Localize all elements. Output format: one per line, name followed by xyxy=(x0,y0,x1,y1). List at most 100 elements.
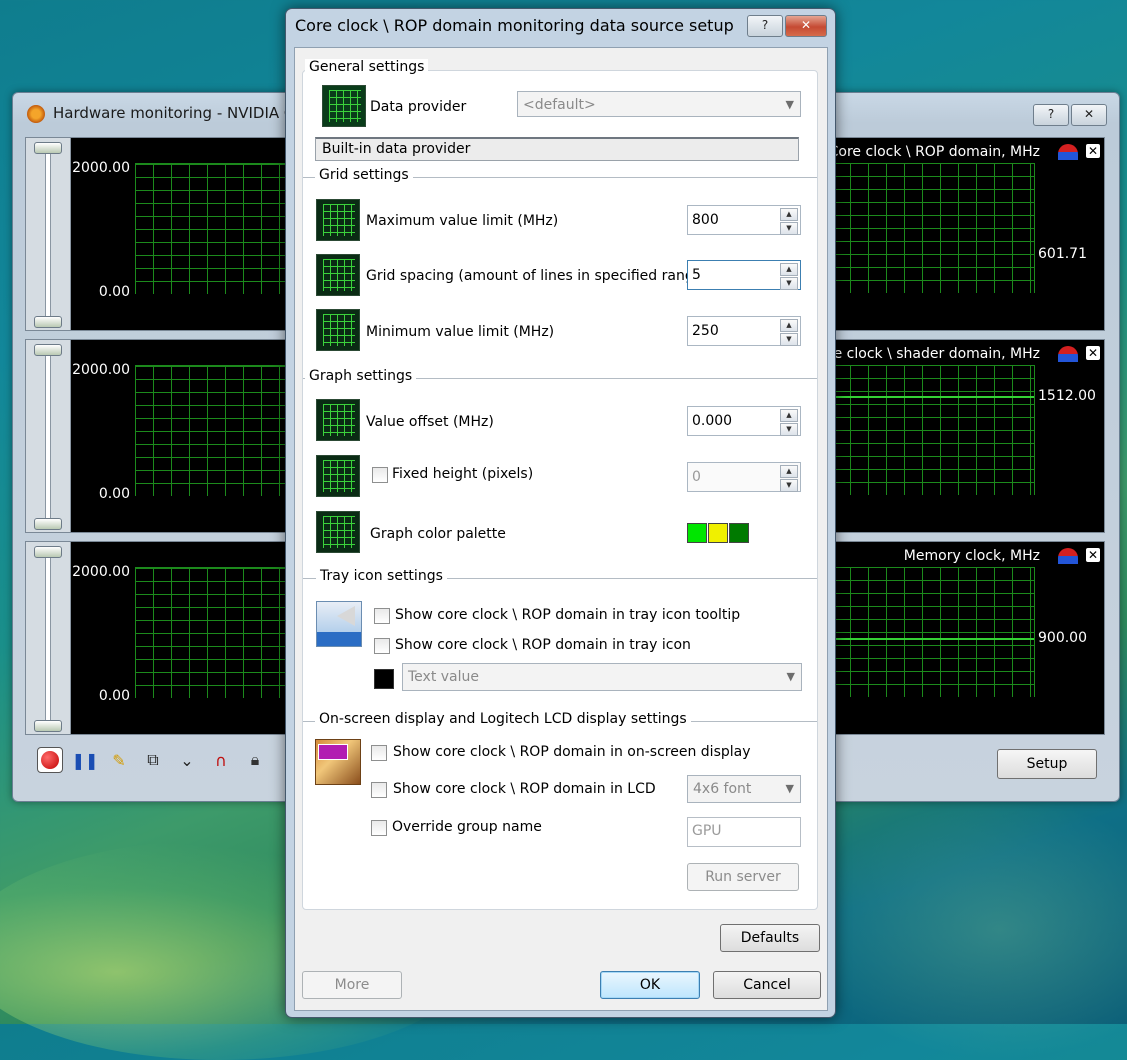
max-value-label: Maximum value limit (MHz) xyxy=(366,213,559,229)
pause-icon[interactable]: ❚❚ xyxy=(72,748,99,772)
panel-title: Core clock \ ROP domain, MHz xyxy=(828,144,1040,160)
range-slider[interactable] xyxy=(26,340,71,532)
lock-icon[interactable]: 🔒︎ xyxy=(243,748,267,772)
spin-down-icon[interactable]: ▼ xyxy=(780,423,798,436)
record-icon[interactable] xyxy=(37,747,63,773)
tray-mode-select[interactable]: Text value ▼ xyxy=(402,663,802,691)
spin-down-icon[interactable]: ▼ xyxy=(780,277,798,290)
color-palette-label: Graph color palette xyxy=(370,526,506,542)
y-min-label: 0.00 xyxy=(98,284,130,300)
dialog-client-area: General settings Data provider <default>… xyxy=(294,47,828,1011)
color-palette-icon xyxy=(316,511,360,553)
y-max-label: 2000.00 xyxy=(72,160,130,176)
panel-close-icon[interactable]: ✕ xyxy=(1086,548,1100,562)
color-palette-swatches[interactable] xyxy=(687,523,749,543)
magnet-icon[interactable]: ∩ xyxy=(209,748,233,772)
osd-checkbox[interactable] xyxy=(371,745,387,761)
value-offset-icon xyxy=(316,399,360,441)
override-group-checkbox[interactable] xyxy=(371,820,387,836)
palette-swatch-3[interactable] xyxy=(729,523,749,543)
graph-line xyxy=(832,638,1034,640)
data-provider-label: Data provider xyxy=(370,99,467,115)
help-button[interactable]: ? xyxy=(1033,104,1069,126)
spin-down-icon[interactable]: ▼ xyxy=(780,333,798,346)
ok-button[interactable]: OK xyxy=(600,971,700,999)
max-value-text: 800 xyxy=(692,212,719,228)
spin-up-icon[interactable]: ▲ xyxy=(780,465,798,478)
chevrons-icon[interactable]: ⌄ xyxy=(175,748,199,772)
group-name-input[interactable]: GPU xyxy=(687,817,801,847)
data-provider-select[interactable]: <default> ▼ xyxy=(517,91,801,117)
y-min-label: 0.00 xyxy=(98,688,130,704)
max-value-input[interactable]: 800 ▲ ▼ xyxy=(687,205,801,235)
lcd-checkbox[interactable] xyxy=(371,782,387,798)
brush-icon[interactable]: ✎ xyxy=(107,748,131,772)
value-offset-text: 0.000 xyxy=(692,413,733,429)
osd-settings-header: On-screen display and Logitech LCD displ… xyxy=(315,711,691,727)
chevron-down-icon: ▼ xyxy=(786,670,795,683)
value-offset-input[interactable]: 0.000 ▲ ▼ xyxy=(687,406,801,436)
data-provider-value: <default> xyxy=(523,97,596,113)
close-button[interactable]: ✕ xyxy=(1071,104,1107,126)
slider-top-handle[interactable] xyxy=(34,546,62,558)
panel-close-icon[interactable]: ✕ xyxy=(1086,346,1100,360)
general-settings-header: General settings xyxy=(305,59,429,75)
lcd-font-select[interactable]: 4x6 font ▼ xyxy=(687,775,801,803)
grid-spacing-label: Grid spacing (amount of lines in specifi… xyxy=(366,268,708,284)
spin-up-icon[interactable]: ▲ xyxy=(780,409,798,422)
spin-down-icon[interactable]: ▼ xyxy=(780,479,798,492)
palette-swatch-1[interactable] xyxy=(687,523,707,543)
grid-spacing-icon xyxy=(316,254,360,296)
fixed-height-icon xyxy=(316,455,360,497)
tray-icon-image xyxy=(316,601,362,647)
spin-up-icon[interactable]: ▲ xyxy=(780,263,798,276)
panel-title: Memory clock, MHz xyxy=(903,548,1040,564)
min-value-input[interactable]: 250 ▲ ▼ xyxy=(687,316,801,346)
magnet-icon[interactable] xyxy=(1058,548,1078,564)
close-button[interactable]: ✕ xyxy=(785,15,827,37)
run-server-button[interactable]: Run server xyxy=(687,863,799,891)
data-source-setup-dialog: Core clock \ ROP domain monitoring data … xyxy=(285,8,836,1018)
spin-up-icon[interactable]: ▲ xyxy=(780,319,798,332)
spin-down-icon[interactable]: ▼ xyxy=(780,222,798,235)
value-offset-label: Value offset (MHz) xyxy=(366,414,494,430)
graph-settings-header: Graph settings xyxy=(305,368,417,384)
provider-description: Built-in data provider xyxy=(315,137,799,161)
cancel-button[interactable]: Cancel xyxy=(713,971,821,999)
range-slider[interactable] xyxy=(26,542,71,734)
current-value: 900.00 xyxy=(1038,630,1087,646)
osd-icon-image xyxy=(315,739,361,785)
magnet-icon[interactable] xyxy=(1058,144,1078,160)
tray-tooltip-label: Show core clock \ ROP domain in tray ico… xyxy=(395,607,741,623)
help-button[interactable]: ? xyxy=(747,15,783,37)
tray-tooltip-checkbox[interactable] xyxy=(374,608,390,624)
palette-swatch-2[interactable] xyxy=(708,523,728,543)
min-value-label: Minimum value limit (MHz) xyxy=(366,324,555,340)
tray-icon-checkbox[interactable] xyxy=(374,638,390,654)
slider-top-handle[interactable] xyxy=(34,142,62,154)
slider-bottom-handle[interactable] xyxy=(34,518,62,530)
tray-icon-label: Show core clock \ ROP domain in tray ico… xyxy=(395,637,691,653)
slider-bottom-handle[interactable] xyxy=(34,316,62,328)
range-slider[interactable] xyxy=(26,138,71,330)
fixed-height-input[interactable]: 0 ▲ ▼ xyxy=(687,462,801,492)
min-value-text: 250 xyxy=(692,323,719,339)
magnet-icon[interactable] xyxy=(1058,346,1078,362)
slider-top-handle[interactable] xyxy=(34,344,62,356)
spin-up-icon[interactable]: ▲ xyxy=(780,208,798,221)
slider-bottom-handle[interactable] xyxy=(34,720,62,732)
fixed-height-text: 0 xyxy=(692,469,701,485)
tray-color-swatch[interactable] xyxy=(374,669,394,689)
app-gear-icon xyxy=(27,105,45,123)
window-icon[interactable]: ⧉ xyxy=(141,748,165,772)
panel-close-icon[interactable]: ✕ xyxy=(1086,144,1100,158)
min-value-icon xyxy=(316,309,360,351)
fixed-height-checkbox[interactable] xyxy=(372,467,388,483)
grid-spacing-input[interactable]: 5 ▲ ▼ xyxy=(687,260,801,290)
graph-grid-right xyxy=(832,365,1035,495)
panel-title: re clock \ shader domain, MHz xyxy=(828,346,1040,362)
defaults-button[interactable]: Defaults xyxy=(720,924,820,952)
setup-button[interactable]: Setup xyxy=(997,749,1097,779)
monitor-toolbar: ❚❚ ✎ ⧉ ⌄ ∩ 🔒︎ xyxy=(37,747,267,773)
more-button[interactable]: More xyxy=(302,971,402,999)
